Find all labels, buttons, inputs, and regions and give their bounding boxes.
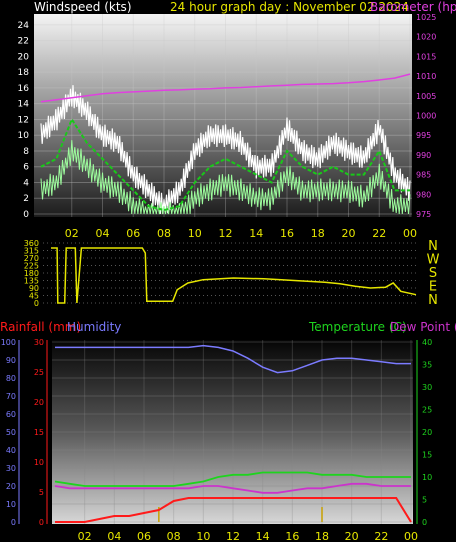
x-tick-label: 02 — [65, 227, 79, 240]
humidity-axis: 0 10 20 30 40 50 60 70 80 90 100 — [1, 338, 20, 527]
barometer-tick-label: 1010 — [416, 72, 436, 81]
x-tick-label: 18 — [315, 530, 329, 542]
x-tick-label: 20 — [342, 227, 356, 240]
barometer-tick-label: 1020 — [416, 33, 436, 42]
barometer-tick-label: 980 — [416, 190, 431, 199]
x-tick-label: 16 — [285, 530, 299, 542]
direction-axis: 04590135180225270315360 — [24, 239, 39, 308]
windspeed-label: Windspeed (kts) — [34, 0, 132, 14]
windspeed-tick-label: 16 — [18, 84, 30, 94]
windspeed-tick-label: 2 — [23, 194, 29, 204]
windspeed-tick-label: 14 — [18, 100, 30, 110]
x-tick-label: 12 — [226, 530, 240, 542]
temperature-tick-label: 10 — [422, 473, 432, 482]
x-tick-label: 12 — [219, 227, 233, 240]
humidity-tick-label: 40 — [6, 446, 16, 455]
x-tick-label: 22 — [374, 530, 388, 542]
weather-chart: Windspeed (kts) 24 hour graph day : Nove… — [0, 0, 456, 542]
x-tick-label: 16 — [280, 227, 294, 240]
x-tick-label: 04 — [96, 227, 110, 240]
barometer-tick-label: 995 — [416, 131, 431, 140]
x-tick-label: 10 — [188, 227, 202, 240]
x-tick-label: 22 — [372, 227, 386, 240]
x-tick-label: 18 — [311, 227, 325, 240]
rainfall-tick-label: 5 — [39, 488, 44, 497]
windspeed-tick-label: 24 — [18, 21, 30, 31]
x-tick-label: 14 — [256, 530, 270, 542]
humidity-tick-label: 0 — [11, 518, 16, 527]
barometer-label: Barometer (hpa) — [370, 0, 456, 14]
x-tick-label: 08 — [157, 227, 171, 240]
windspeed-tick-label: 20 — [18, 52, 30, 62]
barometer-tick-label: 985 — [416, 171, 431, 180]
windspeed-tick-label: 12 — [18, 115, 29, 125]
dew-point-label: Dew Point (C) — [390, 320, 456, 334]
humidity-tick-label: 60 — [6, 410, 16, 419]
x-tick-label: 00 — [404, 530, 418, 542]
compass-labels: NWSEN — [427, 239, 440, 308]
temperature-tick-label: 35 — [422, 361, 432, 370]
temperature-tick-label: 15 — [422, 451, 432, 460]
windspeed-tick-label: 22 — [18, 37, 29, 47]
x-tick-label: 10 — [196, 530, 210, 542]
temperature-tick-label: 25 — [422, 406, 432, 415]
rainfall-axis: 0 5 10 15 20 25 30 — [34, 338, 48, 527]
x-tick-label: 02 — [78, 530, 92, 542]
temperature-tick-label: 40 — [422, 338, 432, 347]
rainfall-tick-label: 30 — [34, 338, 44, 347]
temperature-tick-label: 5 — [422, 496, 427, 505]
windspeed-tick-label: 0 — [23, 210, 29, 220]
barometer-tick-label: 1015 — [416, 52, 436, 61]
windspeed-tick-label: 4 — [23, 178, 29, 188]
windspeed-axis: 024681012141618202224 — [18, 21, 30, 220]
humidity-tick-label: 30 — [6, 464, 16, 473]
temperature-tick-label: 0 — [422, 518, 427, 527]
temperature-tick-label: 20 — [422, 428, 432, 437]
barometer-tick-label: 1005 — [416, 92, 436, 101]
rainfall-tick-label: 25 — [34, 368, 44, 377]
humidity-tick-label: 100 — [1, 338, 16, 347]
x-tick-label: 04 — [107, 530, 121, 542]
x-tick-label: 14 — [249, 227, 263, 240]
windspeed-tick-label: 18 — [18, 68, 30, 78]
x-tick-label: 06 — [126, 227, 140, 240]
humidity-tick-label: 20 — [6, 482, 16, 491]
barometer-tick-label: 975 — [416, 210, 431, 219]
humidity-tick-label: 50 — [6, 428, 16, 437]
rainfall-tick-label: 10 — [34, 458, 44, 467]
barometer-tick-label: 1000 — [416, 112, 436, 121]
barometer-tick-label: 1025 — [416, 13, 436, 22]
x-tick-label: 06 — [137, 530, 151, 542]
direction-tick-label: 360 — [24, 239, 39, 248]
windspeed-tick-label: 8 — [23, 147, 29, 157]
x-tick-label: 08 — [167, 530, 181, 542]
wind-panel-x-axis: 02 04 06 08 10 12 14 16 18 20 22 00 — [65, 227, 417, 240]
compass-letter: N — [428, 293, 438, 308]
rain-panel-x-axis: 02 04 06 08 10 12 14 16 18 20 22 00 — [78, 530, 418, 542]
x-tick-label: 20 — [345, 530, 359, 542]
humidity-label: Humidity — [67, 320, 121, 334]
barometer-tick-label: 990 — [416, 151, 431, 160]
x-tick-label: 00 — [403, 227, 417, 240]
rainfall-tick-label: 0 — [39, 518, 44, 527]
barometer-axis: 975 980 985 990 995 1000 1005 1010 1015 1020 1025 — [416, 13, 436, 219]
temperature-tick-label: 30 — [422, 383, 432, 392]
rainfall-tick-label: 20 — [34, 398, 44, 407]
windspeed-tick-label: 10 — [18, 131, 30, 141]
humidity-tick-label: 80 — [6, 374, 16, 383]
rainfall-tick-label: 15 — [34, 428, 44, 437]
humidity-tick-label: 70 — [6, 392, 16, 401]
humidity-tick-label: 10 — [6, 500, 16, 509]
humidity-tick-label: 90 — [6, 356, 16, 365]
temperature-axis: 0 5 10 15 20 25 30 35 40 — [416, 338, 432, 527]
windspeed-tick-label: 6 — [23, 163, 29, 173]
